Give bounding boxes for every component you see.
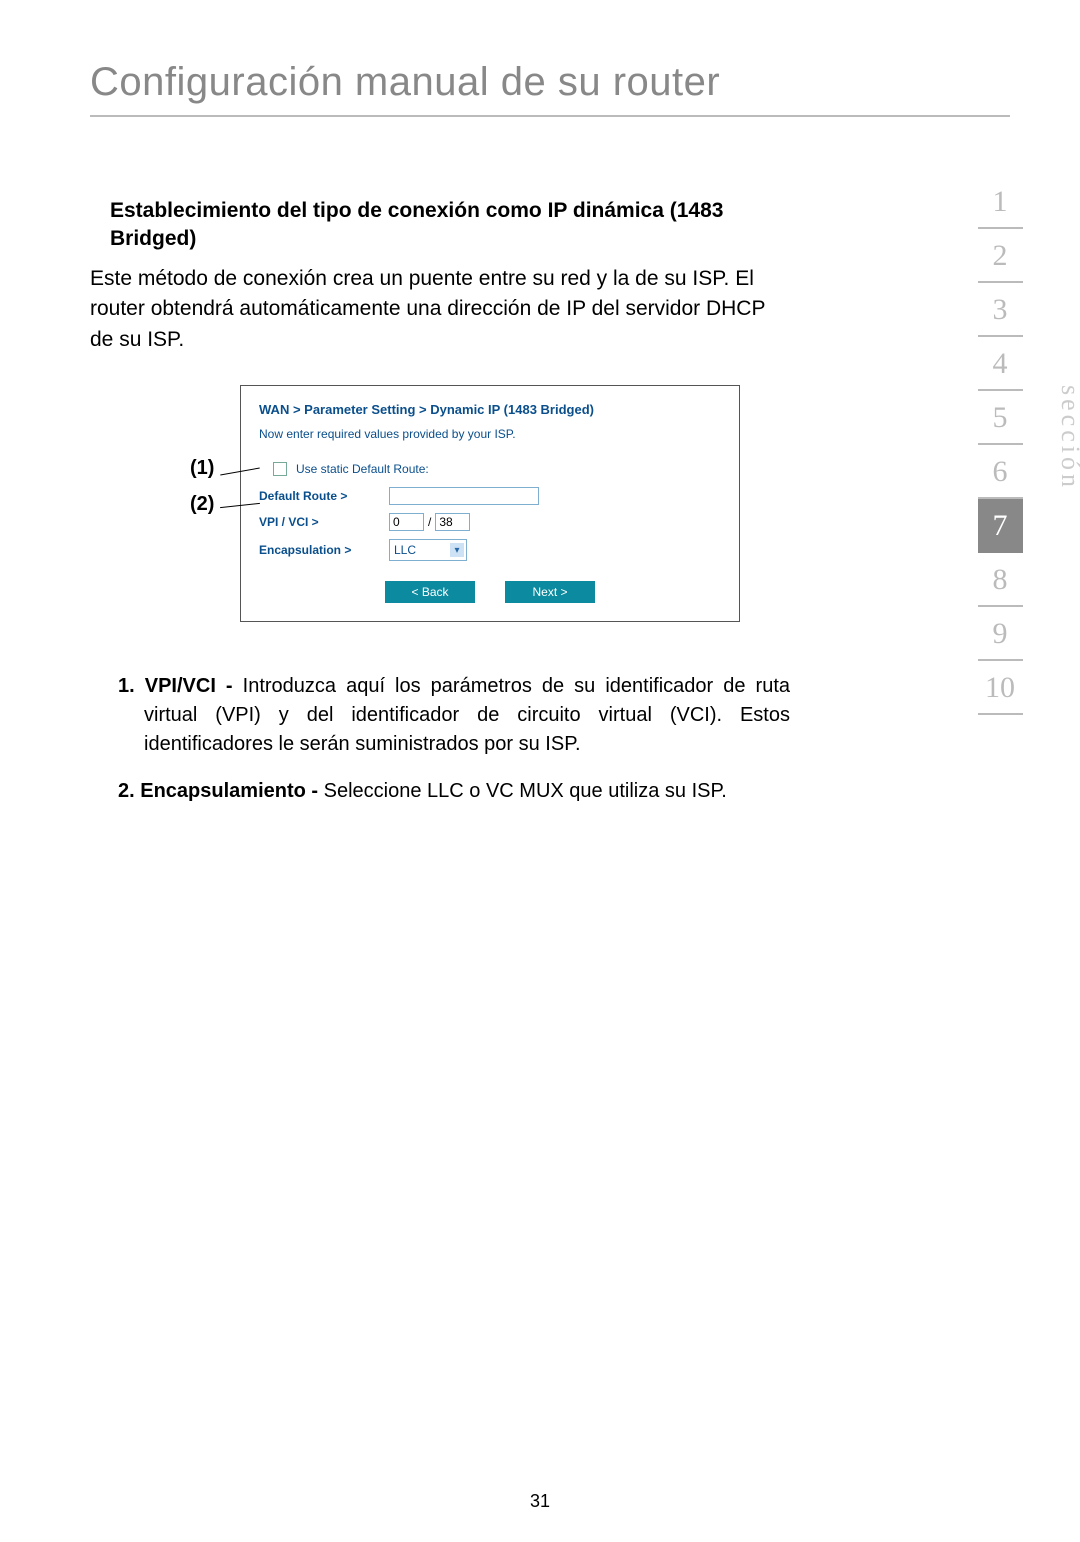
default-route-input[interactable] xyxy=(389,487,539,505)
nav-item-4[interactable]: 4 xyxy=(978,337,1023,391)
chevron-down-icon: ▾ xyxy=(450,543,464,557)
encapsulation-label: Encapsulation > xyxy=(259,543,389,557)
nav-item-8[interactable]: 8 xyxy=(978,553,1023,607)
vpi-vci-label: VPI / VCI > xyxy=(259,515,389,529)
hint-text: Now enter required values provided by yo… xyxy=(259,427,721,441)
use-static-checkbox[interactable] xyxy=(273,462,287,476)
vpi-vci-row: VPI / VCI > / xyxy=(259,513,721,531)
section-label: sección xyxy=(1055,385,1080,491)
list-term: Encapsulamiento - xyxy=(140,780,318,802)
callout-1: (1) xyxy=(190,457,214,480)
nav-item-6[interactable]: 6 xyxy=(978,445,1023,499)
default-route-label: Default Route > xyxy=(259,489,389,503)
list-num: 1. xyxy=(118,675,135,697)
use-static-row: Use static Default Route: xyxy=(269,459,721,479)
list-body: Seleccione LLC o VC MUX que utiliza su I… xyxy=(318,780,727,802)
encapsulation-value: LLC xyxy=(394,543,416,557)
vci-input[interactable] xyxy=(435,513,470,531)
nav-item-1[interactable]: 1 xyxy=(978,175,1023,229)
nav-item-3[interactable]: 3 xyxy=(978,283,1023,337)
encapsulation-select[interactable]: LLC ▾ xyxy=(389,539,467,561)
page-number: 31 xyxy=(0,1491,1080,1512)
nav-item-2[interactable]: 2 xyxy=(978,229,1023,283)
list-num: 2. xyxy=(118,780,135,802)
encapsulation-row: Encapsulation > LLC ▾ xyxy=(259,539,721,561)
list-body: Introduzca aquí los parámetros de su ide… xyxy=(144,675,790,755)
back-button[interactable]: < Back xyxy=(385,581,475,603)
page-title: Configuración manual de su router xyxy=(90,60,1010,117)
nav-item-10[interactable]: 10 xyxy=(978,661,1023,715)
section-heading: Establecimiento del tipo de conexión com… xyxy=(90,197,790,254)
vpi-input[interactable] xyxy=(389,513,424,531)
nav-item-5[interactable]: 5 xyxy=(978,391,1023,445)
list-item: 2. Encapsulamiento - Seleccione LLC o VC… xyxy=(118,777,790,806)
section-nav: 12345678910 xyxy=(960,175,1040,715)
vpi-vci-separator: / xyxy=(428,515,431,529)
nav-item-9[interactable]: 9 xyxy=(978,607,1023,661)
next-button[interactable]: Next > xyxy=(505,581,595,603)
default-route-row: Default Route > xyxy=(259,487,721,505)
button-row: < Back Next > xyxy=(259,581,721,603)
router-config-panel: WAN > Parameter Setting > Dynamic IP (14… xyxy=(240,385,740,622)
list-term: VPI/VCI - xyxy=(145,675,233,697)
list-item: 1. VPI/VCI - Introduzca aquí los parámet… xyxy=(118,672,790,759)
breadcrumb: WAN > Parameter Setting > Dynamic IP (14… xyxy=(259,402,721,417)
intro-text: Este método de conexión crea un puente e… xyxy=(90,264,790,355)
use-static-label: Use static Default Route: xyxy=(296,462,429,476)
numbered-list: 1. VPI/VCI - Introduzca aquí los parámet… xyxy=(90,672,790,806)
callout-2: (2) xyxy=(190,493,214,516)
nav-item-7[interactable]: 7 xyxy=(978,499,1023,553)
router-figure: (1) (2) WAN > Parameter Setting > Dynami… xyxy=(90,385,790,622)
